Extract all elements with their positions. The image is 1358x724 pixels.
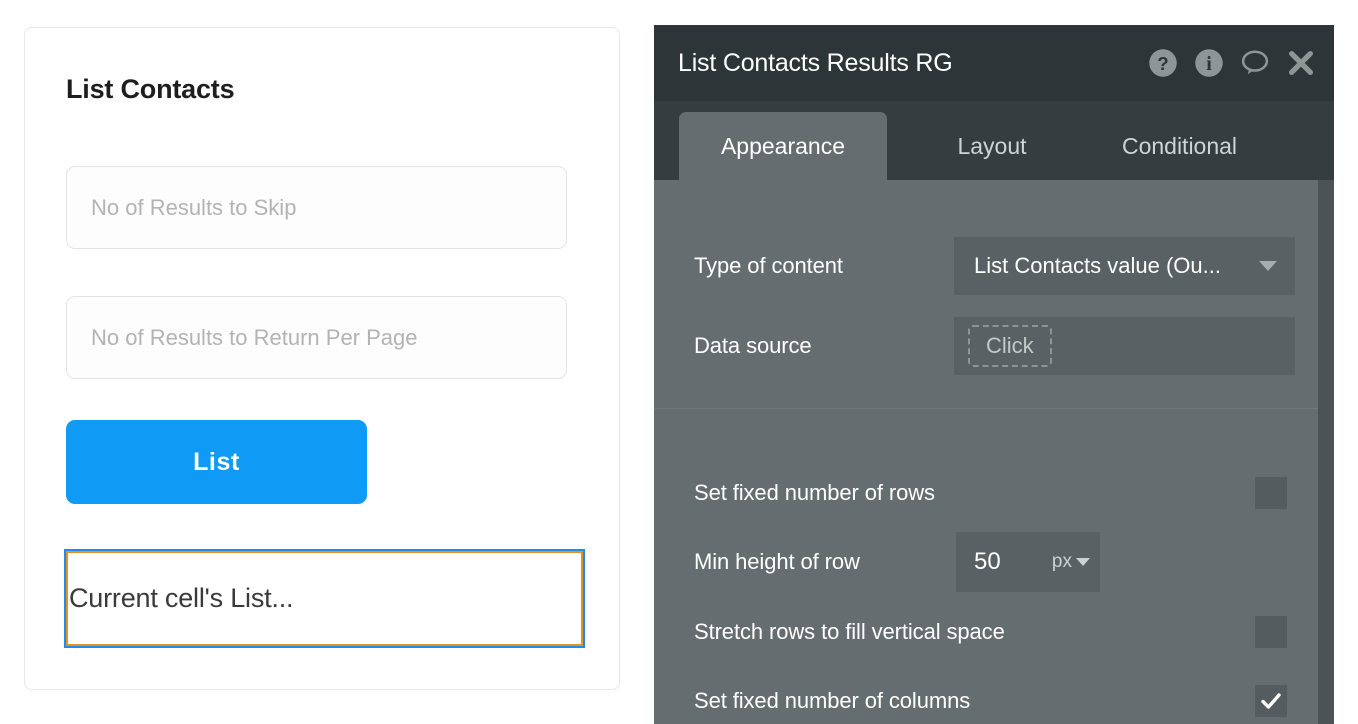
panel-scrollbar[interactable] [1318,180,1334,724]
panel-header: List Contacts Results RG ? i [654,25,1334,101]
svg-text:?: ? [1157,53,1168,74]
results-per-page-input[interactable]: No of Results to Return Per Page [66,296,567,379]
tab-conditional[interactable]: Conditional [1092,112,1267,180]
data-source-label: Data source [694,333,812,358]
comment-icon[interactable] [1240,48,1270,78]
panel-title: List Contacts Results RG [678,48,953,77]
min-height-unit-label: px [1051,551,1072,572]
page-title: List Contacts [66,74,235,104]
tab-layout[interactable]: Layout [917,112,1067,180]
set-fixed-number-of-rows-label: Set fixed number of rows [694,480,935,505]
tab-appearance[interactable]: Appearance [679,112,887,180]
stretch-rows-checkbox[interactable] [1255,616,1287,648]
section-divider [654,408,1318,409]
list-button[interactable]: List [66,420,367,504]
property-row-set-fixed-columns: Set fixed number of columns [654,684,1318,718]
close-icon[interactable] [1286,48,1316,78]
set-fixed-number-of-columns-checkbox[interactable] [1255,685,1287,717]
stretch-rows-label: Stretch rows to fill vertical space [694,619,1005,644]
data-source-field[interactable]: Click [954,317,1295,375]
panel-header-icons: ? i [1148,25,1316,101]
set-fixed-number-of-rows-checkbox[interactable] [1255,477,1287,509]
info-icon[interactable]: i [1194,48,1224,78]
results-to-skip-input[interactable]: No of Results to Skip [66,166,567,249]
app-preview-card: List Contacts No of Results to Skip No o… [24,27,620,690]
unit-chevron-down-icon[interactable] [1076,558,1090,566]
property-row-type-of-content: Type of content List Contacts value (Ou.… [654,237,1318,295]
checkmark-icon [1261,693,1281,709]
type-of-content-value: List Contacts value (Ou... [974,253,1221,278]
property-row-set-fixed-rows: Set fixed number of rows [654,476,1318,510]
property-row-data-source: Data source Click [654,317,1318,375]
set-fixed-number-of-columns-label: Set fixed number of columns [694,688,971,713]
min-height-of-row-value: 50 [974,548,1001,575]
svg-text:i: i [1206,53,1212,75]
property-editor-panel: List Contacts Results RG ? i Appearance … [654,25,1334,724]
type-of-content-label: Type of content [694,253,843,278]
property-row-stretch-rows: Stretch rows to fill vertical space [654,615,1318,649]
min-height-of-row-label: Min height of row [694,549,860,574]
data-source-click-placeholder[interactable]: Click [968,325,1052,367]
chevron-down-icon [1259,261,1277,271]
repeating-group[interactable]: Current cell's List... [64,549,585,648]
type-of-content-dropdown[interactable]: List Contacts value (Ou... [954,237,1295,295]
panel-tabs: Appearance Layout Conditional [654,101,1334,180]
repeating-group-cell[interactable]: Current cell's List... [66,551,583,646]
min-height-of-row-input[interactable]: 50 px [956,532,1100,592]
repeating-group-cell-text: Current cell's List... [69,583,294,613]
panel-body: Type of content List Contacts value (Ou.… [654,180,1318,724]
property-row-min-height-of-row: Min height of row 50 px [654,532,1318,592]
help-icon[interactable]: ? [1148,48,1178,78]
